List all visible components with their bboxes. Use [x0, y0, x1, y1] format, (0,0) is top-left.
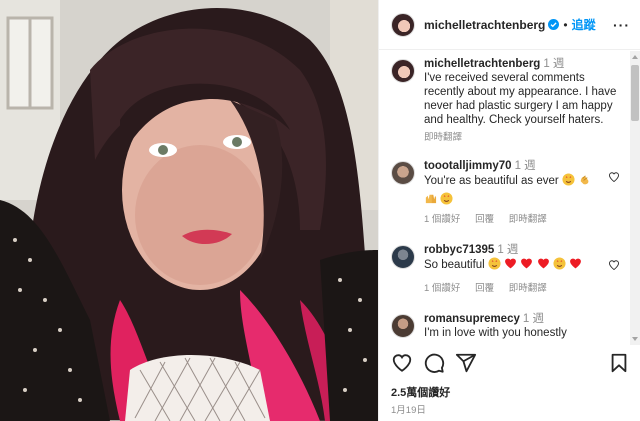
post-header: michelletrachtenberg • 追蹤 ···: [379, 0, 640, 50]
heart-icon[interactable]: [391, 352, 413, 374]
caption-translate-link[interactable]: 即時翻譯: [424, 132, 462, 143]
scrollbar-thumb[interactable]: [631, 65, 639, 121]
author-avatar[interactable]: [391, 59, 415, 83]
red-heart-emoji-icon: [520, 257, 533, 274]
comment-item: romansupremecy 1 週 I'm in love with you h…: [391, 312, 620, 340]
commenter-avatar[interactable]: [391, 245, 415, 269]
star-struck-emoji-icon: [488, 257, 501, 274]
likes-count[interactable]: 2.5萬個讚好: [391, 384, 450, 400]
comment-text: I'm in love with you honestly: [424, 327, 567, 339]
comment-item: robbyc71395 1 週 So beautiful 1 個讚好 回覆 即時…: [391, 243, 620, 296]
author-avatar[interactable]: [391, 12, 415, 37]
translate-link[interactable]: 即時翻譯: [509, 214, 547, 225]
post-date[interactable]: 1月19日: [391, 402, 426, 416]
separator-dot: •: [563, 17, 568, 32]
comment-time: 1 週: [514, 160, 536, 172]
bookmark-icon[interactable]: [608, 352, 630, 374]
reply-link[interactable]: 回覆: [475, 283, 494, 294]
star-struck-emoji-icon: [440, 192, 453, 209]
heart-icon[interactable]: [608, 259, 620, 271]
comment-username[interactable]: romansupremecy: [424, 313, 520, 325]
red-heart-emoji-icon: [537, 257, 550, 274]
scroll-up-arrow-icon[interactable]: [632, 55, 638, 59]
comment-text: You're as beautiful as ever: [424, 175, 559, 187]
more-horizontal-icon[interactable]: ···: [613, 17, 630, 33]
caption-text: I've received several comments recently …: [424, 72, 617, 126]
heart-icon[interactable]: [608, 171, 620, 183]
comment-username[interactable]: toootalljimmy70: [424, 160, 512, 172]
caption-time: 1 週: [543, 58, 565, 70]
post-actions: [391, 352, 630, 378]
star-struck-emoji-icon: [562, 173, 575, 190]
share-icon[interactable]: [455, 352, 477, 374]
author-username[interactable]: michelletrachtenberg: [424, 18, 545, 32]
caption: michelletrachtenberg 1 週 I've received se…: [391, 57, 620, 145]
post-photo: [0, 0, 378, 421]
comment-likes[interactable]: 1 個讚好: [424, 214, 460, 225]
comment-username[interactable]: robbyc71395: [424, 244, 494, 256]
commenter-avatar[interactable]: [391, 314, 415, 338]
star-struck-emoji-icon: [553, 257, 566, 274]
post-sidebar: michelletrachtenberg • 追蹤 ··· michelletr…: [378, 0, 640, 421]
verified-badge-icon: [548, 19, 560, 30]
caption-username[interactable]: michelletrachtenberg: [424, 58, 540, 70]
red-heart-emoji-icon: [504, 257, 517, 274]
comments-scrollbar[interactable]: [630, 51, 640, 345]
comment-time: 1 週: [497, 244, 519, 256]
red-heart-emoji-icon: [569, 257, 582, 274]
comment-time: 1 週: [522, 313, 544, 325]
comments-list[interactable]: michelletrachtenberg 1 週 I've received se…: [379, 51, 630, 345]
comment-text: So beautiful: [424, 259, 485, 271]
translate-link[interactable]: 即時翻譯: [509, 283, 547, 294]
comment-icon[interactable]: [423, 352, 445, 374]
commenter-avatar[interactable]: [391, 161, 415, 185]
follow-button[interactable]: 追蹤: [572, 16, 596, 33]
raising-hands-emoji-icon: [424, 192, 437, 209]
comment-likes[interactable]: 1 個讚好: [424, 283, 460, 294]
reply-link[interactable]: 回覆: [475, 214, 494, 225]
clapping-hands-emoji-icon: [578, 173, 591, 190]
scroll-down-arrow-icon[interactable]: [632, 337, 638, 341]
comment-item: toootalljimmy70 1 週 You're as beautiful a…: [391, 159, 620, 227]
